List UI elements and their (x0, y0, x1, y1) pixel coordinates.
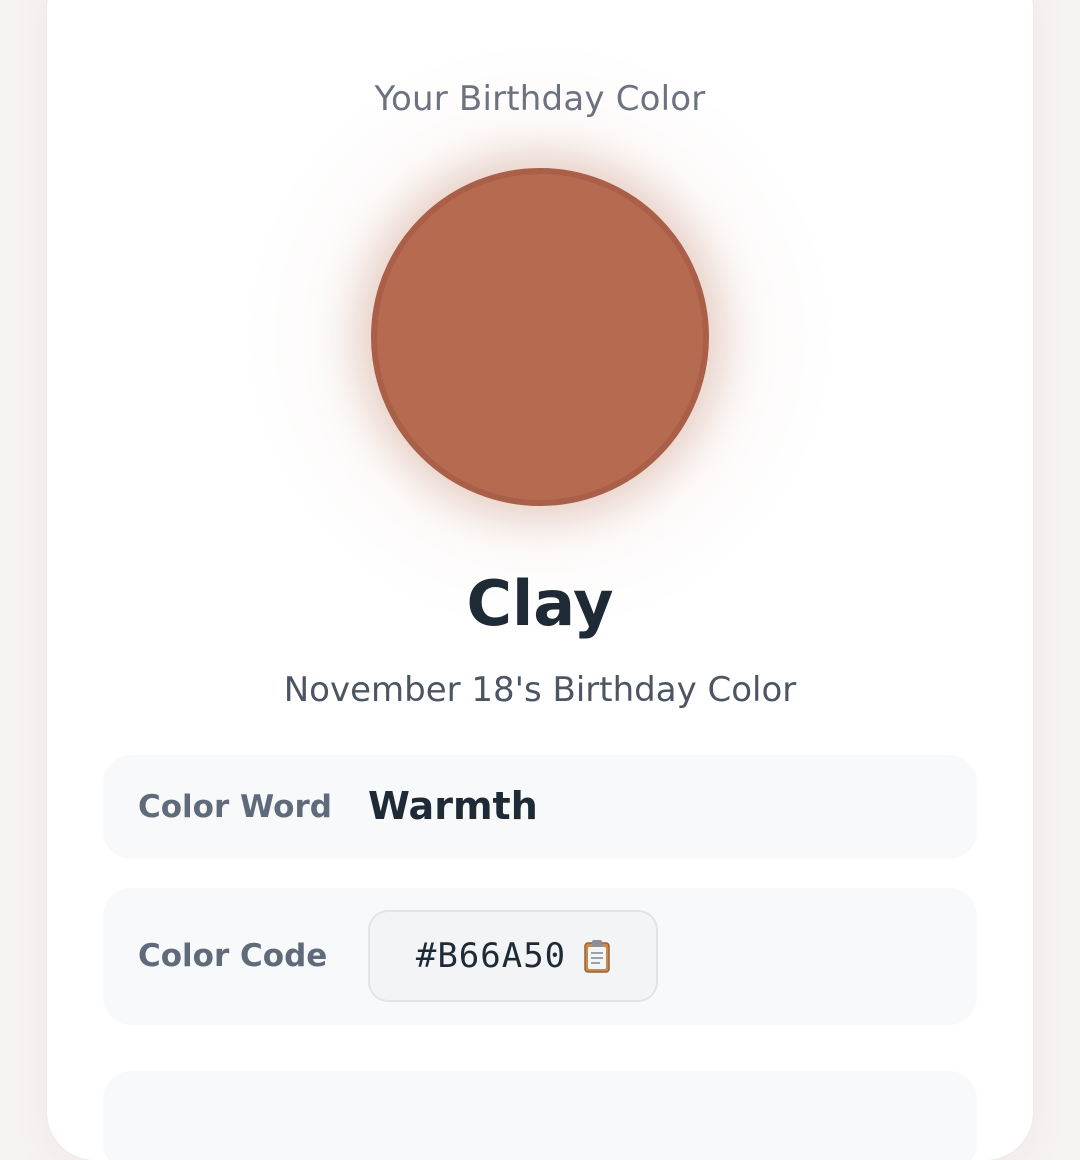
color-code-value: #B66A50 (415, 936, 567, 976)
color-name: Clay (466, 567, 614, 640)
clipboard-icon (584, 939, 610, 973)
color-code-row: Color Code #B66A50 (103, 888, 977, 1025)
color-word-row: Color Word Warmth (103, 755, 977, 859)
color-date-subtitle: November 18's Birthday Color (283, 670, 797, 710)
birthday-color-card: Your Birthday Color Clay November 18's B… (47, 0, 1033, 1160)
color-code-label: Color Code (138, 938, 328, 974)
color-word-label: Color Word (138, 789, 332, 825)
color-word-value: Warmth (368, 784, 538, 828)
copy-color-code-button[interactable]: #B66A50 (368, 910, 658, 1002)
next-detail-row (103, 1071, 977, 1160)
color-swatch (371, 168, 709, 506)
